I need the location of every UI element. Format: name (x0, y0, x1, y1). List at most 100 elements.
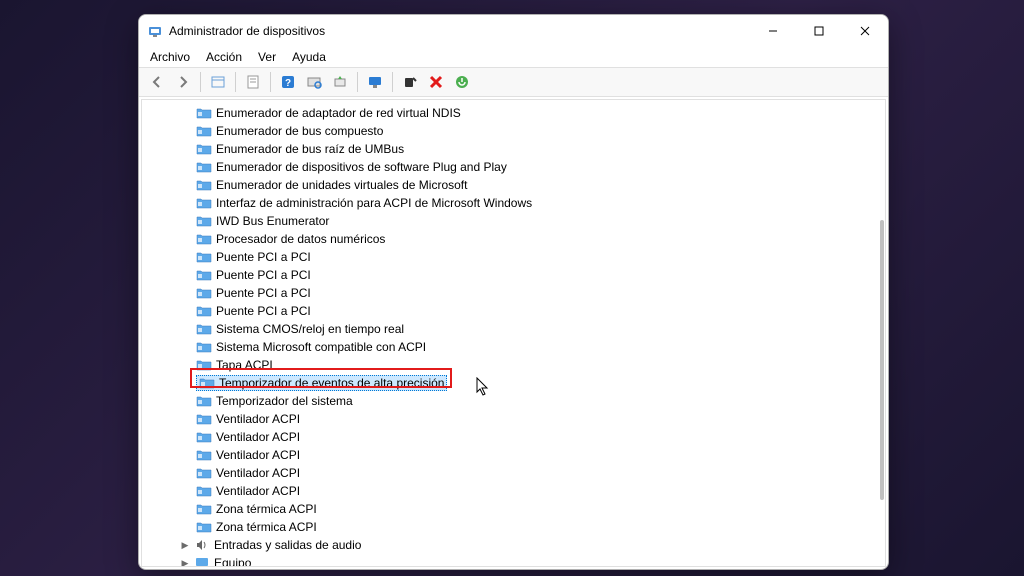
device-icon (196, 232, 212, 246)
tree-item[interactable]: Enumerador de dispositivos de software P… (142, 158, 885, 176)
chevron-right-icon[interactable]: ▶ (178, 538, 192, 552)
tree-item[interactable]: Zona térmica ACPI (142, 500, 885, 518)
back-button[interactable] (145, 70, 169, 94)
tree-category[interactable]: ▶ Equipo (142, 554, 885, 566)
uninstall-button[interactable] (424, 70, 448, 94)
device-icon (196, 502, 212, 516)
tree-item-label: Sistema CMOS/reloj en tiempo real (216, 322, 404, 336)
tree-item[interactable]: Ventilador ACPI (142, 428, 885, 446)
device-icon (196, 196, 212, 210)
content-pane: Enumerador de adaptador de red virtual N… (141, 99, 886, 567)
tree-category-label: Entradas y salidas de audio (214, 538, 361, 552)
tree-item[interactable]: Enumerador de bus raíz de UMBus (142, 140, 885, 158)
device-icon (199, 376, 215, 390)
tree-item[interactable]: Ventilador ACPI (142, 482, 885, 500)
tree-item[interactable]: Ventilador ACPI (142, 410, 885, 428)
device-icon (196, 178, 212, 192)
device-icon (196, 358, 212, 372)
close-button[interactable] (842, 15, 888, 47)
tree-item[interactable]: Enumerador de adaptador de red virtual N… (142, 104, 885, 122)
menu-accion[interactable]: Acción (199, 48, 249, 66)
tree-item[interactable]: IWD Bus Enumerator (142, 212, 885, 230)
update-driver-button[interactable] (328, 70, 352, 94)
menu-archivo[interactable]: Archivo (143, 48, 197, 66)
device-icon (196, 286, 212, 300)
show-hide-tree-button[interactable] (206, 70, 230, 94)
menu-ver[interactable]: Ver (251, 48, 283, 66)
tree-item-label: Puente PCI a PCI (216, 286, 311, 300)
tree-item[interactable]: Enumerador de unidades virtuales de Micr… (142, 176, 885, 194)
tree-category[interactable]: ▶ Entradas y salidas de audio (142, 536, 885, 554)
device-icon (196, 430, 212, 444)
tree-item[interactable]: Temporizador del sistema (142, 392, 885, 410)
scrollbar[interactable] (879, 100, 884, 566)
disable-button[interactable] (398, 70, 422, 94)
tree-item-label: Ventilador ACPI (216, 412, 300, 426)
tree-item[interactable]: Puente PCI a PCI (142, 266, 885, 284)
tree-item-label: Ventilador ACPI (216, 466, 300, 480)
device-icon (196, 124, 212, 138)
tree-item[interactable]: Temporizador de eventos de alta precisió… (142, 374, 885, 392)
tree-item[interactable]: Ventilador ACPI (142, 464, 885, 482)
svg-text:?: ? (285, 78, 291, 89)
category-icon (194, 538, 210, 552)
forward-button[interactable] (171, 70, 195, 94)
category-icon (194, 556, 210, 566)
device-icon (196, 448, 212, 462)
tree-item-label: Enumerador de unidades virtuales de Micr… (216, 178, 467, 192)
device-icon (196, 322, 212, 336)
tree-item-label: Zona térmica ACPI (216, 502, 317, 516)
app-icon (147, 23, 163, 39)
device-icon (196, 466, 212, 480)
separator (270, 72, 271, 92)
tree-item[interactable]: Puente PCI a PCI (142, 302, 885, 320)
enable-button[interactable] (450, 70, 474, 94)
tree-item-label: Temporizador del sistema (216, 394, 353, 408)
device-icon (196, 268, 212, 282)
maximize-button[interactable] (796, 15, 842, 47)
separator (392, 72, 393, 92)
scan-button[interactable] (302, 70, 326, 94)
device-icon (196, 214, 212, 228)
device-icon (196, 394, 212, 408)
tree-item-label: Enumerador de bus compuesto (216, 124, 383, 138)
tree-item[interactable]: Ventilador ACPI (142, 446, 885, 464)
tree-item[interactable]: Puente PCI a PCI (142, 284, 885, 302)
help-button[interactable]: ? (276, 70, 300, 94)
tree-item-label: IWD Bus Enumerator (216, 214, 329, 228)
tree-item-label: Puente PCI a PCI (216, 268, 311, 282)
properties-button[interactable] (241, 70, 265, 94)
tree-item-label: Puente PCI a PCI (216, 250, 311, 264)
tree-item-label: Ventilador ACPI (216, 430, 300, 444)
device-icon (196, 484, 212, 498)
minimize-button[interactable] (750, 15, 796, 47)
menubar: Archivo Acción Ver Ayuda (139, 47, 888, 67)
tree-item[interactable]: Zona térmica ACPI (142, 518, 885, 536)
device-icon (196, 142, 212, 156)
tree-item-label: Interfaz de administración para ACPI de … (216, 196, 532, 210)
tree-item[interactable]: Tapa ACPI (142, 356, 885, 374)
menu-ayuda[interactable]: Ayuda (285, 48, 333, 66)
tree-item[interactable]: Sistema CMOS/reloj en tiempo real (142, 320, 885, 338)
monitor-button[interactable] (363, 70, 387, 94)
tree-item[interactable]: Interfaz de administración para ACPI de … (142, 194, 885, 212)
window-controls (750, 15, 888, 47)
titlebar[interactable]: Administrador de dispositivos (139, 15, 888, 47)
scrollbar-thumb[interactable] (880, 220, 884, 500)
tree-category-label: Equipo (214, 556, 251, 566)
tree-item-label: Puente PCI a PCI (216, 304, 311, 318)
tree-item[interactable]: Sistema Microsoft compatible con ACPI (142, 338, 885, 356)
device-icon (196, 520, 212, 534)
chevron-right-icon[interactable]: ▶ (178, 556, 192, 566)
tree-item-label: Ventilador ACPI (216, 448, 300, 462)
tree-item-label: Enumerador de bus raíz de UMBus (216, 142, 404, 156)
window-title: Administrador de dispositivos (169, 24, 750, 38)
tree-item[interactable]: Enumerador de bus compuesto (142, 122, 885, 140)
device-icon (196, 250, 212, 264)
device-manager-window: Administrador de dispositivos Archivo Ac… (138, 14, 889, 570)
tree-item-label: Procesador de datos numéricos (216, 232, 385, 246)
tree-item[interactable]: Procesador de datos numéricos (142, 230, 885, 248)
tree-item-label: Tapa ACPI (216, 358, 273, 372)
tree-item[interactable]: Puente PCI a PCI (142, 248, 885, 266)
device-tree[interactable]: Enumerador de adaptador de red virtual N… (142, 100, 885, 566)
